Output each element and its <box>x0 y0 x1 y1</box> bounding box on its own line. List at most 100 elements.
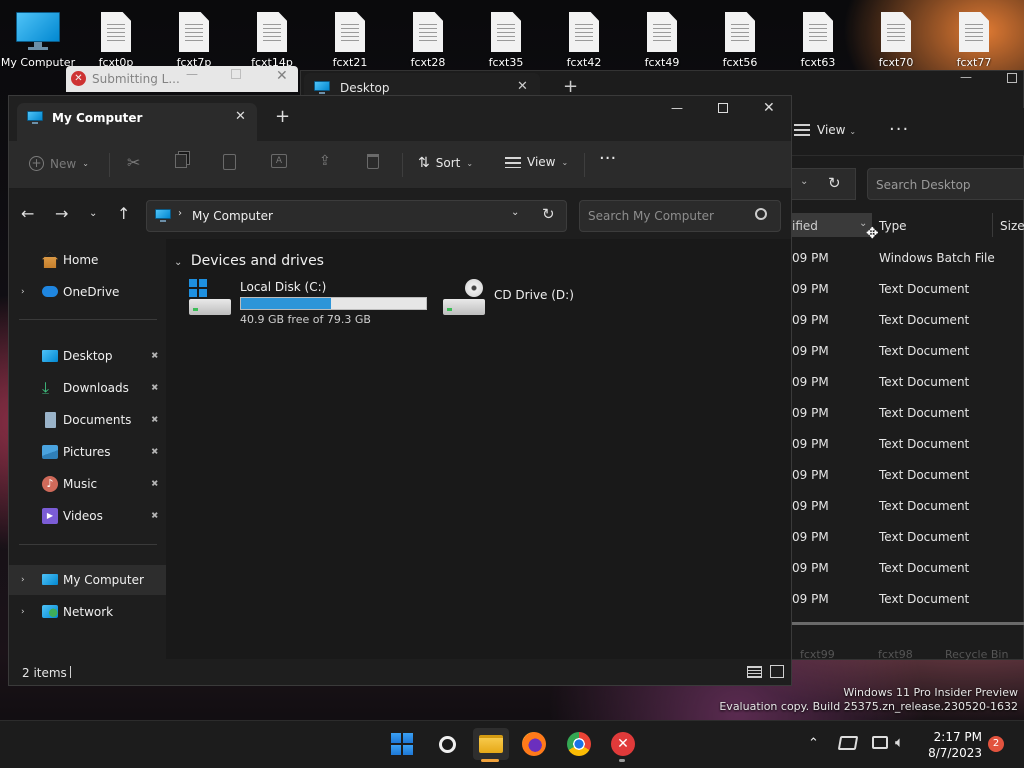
desktop-icon-file[interactable]: fcxt63 <box>788 8 848 66</box>
chevron-right-icon[interactable]: › <box>178 208 182 219</box>
desktop-icon-file[interactable]: fcxt28 <box>398 8 458 66</box>
chevron-right-icon[interactable]: › <box>21 607 25 617</box>
bg-table-row[interactable]: 09 PM Text Document <box>792 304 1024 335</box>
show-hidden-icons-button[interactable]: ⌃ <box>808 736 819 751</box>
volume-icon[interactable]: 🔈︎ <box>895 733 904 751</box>
desktop-icon-file[interactable]: fcxt0p <box>86 8 146 66</box>
bg-more-options-icon[interactable]: ··· <box>889 119 909 140</box>
sidebar-item-videos[interactable]: ▶ Videos ✚ <box>9 501 166 531</box>
copy-button[interactable] <box>175 154 187 168</box>
close-button[interactable]: ✕ <box>763 100 775 116</box>
tab-my-computer[interactable]: My Computer ✕ <box>17 103 257 141</box>
sidebar-item-music[interactable]: ♪ Music ✚ <box>9 469 166 499</box>
chevron-right-icon[interactable]: › <box>21 575 25 585</box>
bg-table-row[interactable]: 09 PM Text Document <box>792 583 1024 614</box>
desktop-icon-file[interactable]: fcxt42 <box>554 8 614 66</box>
chrome-taskbar-button[interactable] <box>563 728 595 760</box>
bg-table-row[interactable]: 09 PM Text Document <box>792 366 1024 397</box>
cut-button[interactable]: ✂ <box>127 153 140 172</box>
bg-search-input[interactable]: Search Desktop <box>867 168 1024 200</box>
bg-table-row[interactable]: 09 PM Text Document <box>792 490 1024 521</box>
group-header-devices-and-drives[interactable]: ⌄ Devices and drives <box>174 253 324 269</box>
dialog-maximize-button[interactable] <box>231 69 241 79</box>
bg-new-tab-icon[interactable]: + <box>563 76 578 97</box>
bg-table-row[interactable]: 09 PM Text Document <box>792 273 1024 304</box>
large-icons-view-icon[interactable] <box>770 665 784 678</box>
desktop-icon-file[interactable]: fcxt7p <box>164 8 224 66</box>
desktop-icon-file[interactable]: fcxt56 <box>710 8 770 66</box>
network-disconnected-icon[interactable] <box>837 736 859 750</box>
bg-table-row[interactable]: 09 PM Text Document <box>792 397 1024 428</box>
bg-table-row[interactable]: 09 PM Text Document <box>792 335 1024 366</box>
desktop-icon-file[interactable]: fcxt70 <box>866 8 926 66</box>
bg-view-button[interactable]: View ⌄ <box>817 123 856 137</box>
sort-button[interactable]: ⇅ Sort ⌄ <box>418 155 473 171</box>
sidebar-item-pictures[interactable]: Pictures ✚ <box>9 437 166 467</box>
rename-button[interactable]: A <box>271 154 287 168</box>
search-button[interactable] <box>431 728 463 760</box>
refresh-icon[interactable]: ↻ <box>828 174 841 192</box>
sidebar-item-documents[interactable]: Documents ✚ <box>9 405 166 435</box>
bg-table-row[interactable]: 09 PM Windows Batch File <box>792 242 1024 273</box>
maximize-button[interactable] <box>718 103 728 113</box>
desktop-icon-file[interactable]: fcxt49 <box>632 8 692 66</box>
pin-icon[interactable]: ✚ <box>148 382 160 394</box>
sidebar-item-downloads[interactable]: ⤓ Downloads ✚ <box>9 373 166 403</box>
bg-table-row[interactable]: 09 PM Text Document <box>792 521 1024 552</box>
pin-icon[interactable]: ✚ <box>148 510 160 522</box>
desktop-icon-my-computer[interactable]: My Computer <box>1 8 75 70</box>
dialog-minimize-button[interactable]: — <box>186 67 198 81</box>
forward-button[interactable]: → <box>55 204 68 223</box>
pin-icon[interactable]: ✚ <box>148 478 160 490</box>
notification-badge[interactable]: 2 <box>988 736 1004 752</box>
bg-table-row[interactable]: 09 PM Text Document <box>792 552 1024 583</box>
drive-cd-d[interactable]: CD Drive (D:) <box>441 279 591 325</box>
share-button[interactable]: ⇪ <box>319 153 331 169</box>
paste-button[interactable] <box>223 154 236 170</box>
recent-locations-button[interactable]: ⌄ <box>89 208 97 219</box>
drive-local-disk-c[interactable]: Local Disk (C:) 40.9 GB free of 79.3 GB <box>187 279 437 326</box>
firefox-taskbar-button[interactable] <box>518 728 550 760</box>
file-explorer-taskbar-button[interactable] <box>473 728 509 760</box>
address-bar[interactable]: › My Computer ⌄ ↻ <box>146 200 567 232</box>
bg-table-row[interactable]: 09 PM Text Document <box>792 459 1024 490</box>
pin-icon[interactable]: ✚ <box>148 414 160 426</box>
bg-column-header-type[interactable]: Type <box>879 219 907 233</box>
tab-close-icon[interactable]: ✕ <box>235 109 246 124</box>
chevron-down-icon[interactable]: ⌄ <box>800 176 808 187</box>
bg-table-row[interactable]: 09 PM Text Document <box>792 428 1024 459</box>
details-view-icon[interactable] <box>747 666 762 678</box>
pin-icon[interactable]: ✚ <box>148 446 160 458</box>
desktop-icon-file[interactable]: fcxt35 <box>476 8 536 66</box>
breadcrumb-my-computer[interactable]: My Computer <box>192 209 273 223</box>
delete-button[interactable] <box>367 154 379 169</box>
dialog-close-button[interactable]: ✕ <box>276 68 288 84</box>
address-dropdown-icon[interactable]: ⌄ <box>511 207 519 218</box>
sidebar-item-desktop[interactable]: Desktop ✚ <box>9 341 166 371</box>
desktop-icon-file[interactable]: fcxt77 <box>944 8 1004 66</box>
bg-tab-close-icon[interactable]: ✕ <box>517 79 528 94</box>
bg-horizontal-scrollbar[interactable] <box>792 622 1024 625</box>
more-options-button[interactable]: ··· <box>599 148 616 169</box>
sidebar-item-my-computer[interactable]: › My Computer <box>9 565 166 595</box>
bg-minimize-button[interactable]: — <box>960 70 972 84</box>
new-button[interactable]: + New ⌄ <box>29 156 89 171</box>
sidebar-item-network[interactable]: › Network <box>9 597 166 627</box>
desktop-icon-file[interactable]: fcxt21 <box>320 8 380 66</box>
error-app-taskbar-button[interactable]: ✕ <box>607 728 639 760</box>
pin-icon[interactable]: ✚ <box>148 350 160 362</box>
chevron-right-icon[interactable]: › <box>21 287 25 297</box>
clock[interactable]: 2:17 PM 8/7/2023 <box>922 729 982 761</box>
bg-column-header-modified[interactable]: ified ⌄ <box>792 213 872 237</box>
display-icon[interactable] <box>872 736 888 749</box>
submitting-dialog-titlebar[interactable]: ✕ Submitting L... — ✕ <box>66 66 298 92</box>
explorer-window-my-computer[interactable]: My Computer ✕ + — ✕ + New ⌄ ✂ A ⇪ ⇅ Sort… <box>8 95 792 686</box>
back-button[interactable]: ← <box>21 204 34 223</box>
bg-maximize-button[interactable] <box>1007 73 1017 83</box>
search-input[interactable]: Search My Computer <box>579 200 781 232</box>
bg-column-header-size[interactable]: Size <box>1000 219 1024 233</box>
sidebar-item-onedrive[interactable]: › OneDrive <box>9 277 166 307</box>
start-button[interactable] <box>386 728 418 760</box>
minimize-button[interactable]: — <box>671 101 683 115</box>
sidebar-item-home[interactable]: Home <box>9 245 166 275</box>
